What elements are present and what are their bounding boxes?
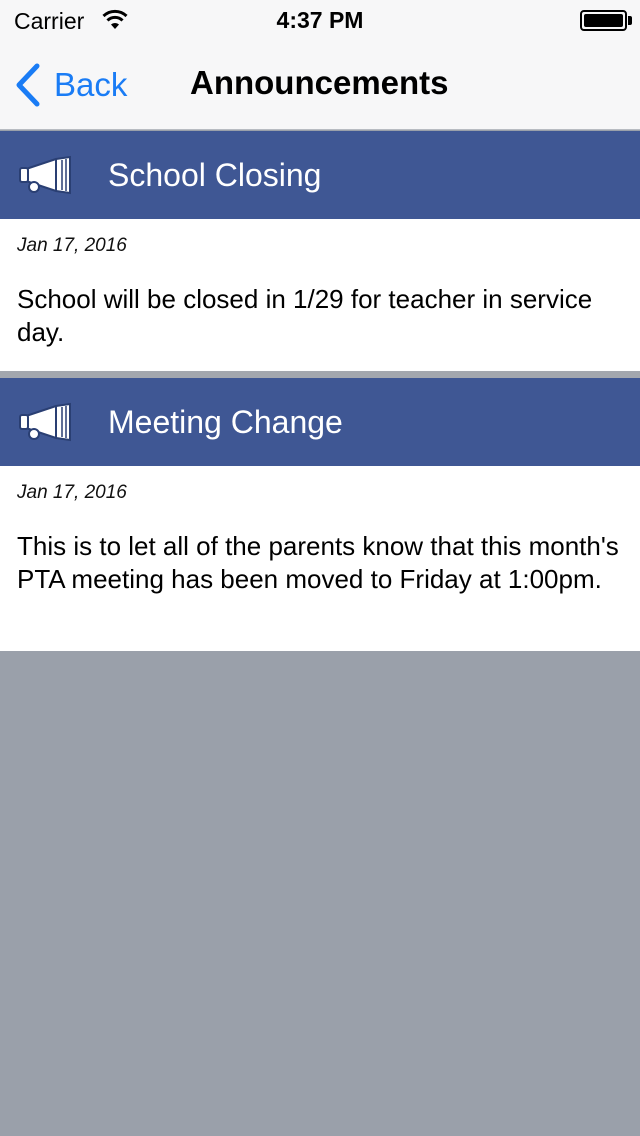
- announcement-date: Jan 17, 2016: [17, 235, 127, 256]
- announcement-title: School Closing: [108, 156, 322, 193]
- battery-fill: [584, 14, 623, 27]
- battery-icon: [580, 10, 627, 31]
- announcement-title: Meeting Change: [108, 403, 343, 440]
- announcement-date: Jan 17, 2016: [17, 482, 127, 503]
- chevron-left-icon: [16, 63, 40, 107]
- announcement-body: School will be closed in 1/29 for teache…: [17, 284, 593, 347]
- back-button[interactable]: Back: [14, 60, 127, 110]
- announcement-body: This is to let all of the parents know t…: [17, 531, 619, 594]
- screen: Carrier 4:37 PM Back Announcements Schoo…: [0, 0, 640, 1136]
- card-separator: [0, 371, 640, 378]
- battery-nub: [628, 16, 632, 25]
- page-title: Announcements: [190, 64, 449, 101]
- status-bar: Carrier 4:37 PM: [0, 0, 640, 40]
- megaphone-icon: [19, 155, 71, 195]
- announcement-header: Meeting Change: [0, 378, 640, 466]
- back-label: Back: [54, 66, 128, 103]
- announcement-card[interactable]: Meeting Change Jan 17, 2016 This is to l…: [0, 378, 640, 651]
- top-bar: Carrier 4:37 PM Back Announcements: [0, 0, 640, 130]
- clock: 4:37 PM: [276, 7, 364, 33]
- megaphone-icon: [19, 402, 71, 442]
- announcement-card[interactable]: School Closing Jan 17, 2016 School will …: [0, 131, 640, 371]
- announcement-header: School Closing: [0, 131, 640, 219]
